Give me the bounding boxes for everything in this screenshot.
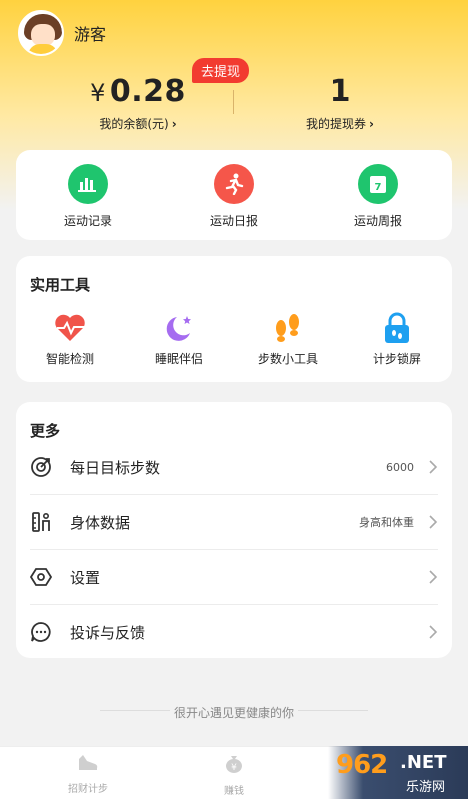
divider: [233, 90, 234, 114]
withdraw-button[interactable]: 去提现: [192, 58, 250, 83]
tool-label: 计步锁屏: [372, 352, 421, 366]
tab-earn[interactable]: ¥ 赚钱: [194, 753, 274, 797]
avatar[interactable]: [18, 10, 64, 56]
report-item-record[interactable]: 运动记录: [33, 164, 143, 229]
footer-note: 很开心遇见更健康的你: [0, 702, 468, 721]
footer-note-text: 很开心遇见更健康的你: [173, 706, 294, 720]
money-bag-icon: ¥: [226, 756, 242, 773]
tool-item-lock-screen[interactable]: 计步锁屏: [347, 312, 447, 367]
row-settings[interactable]: 设置: [30, 550, 438, 604]
tool-label: 步数小工具: [257, 352, 318, 366]
row-body-data[interactable]: 身体数据 身高和体重: [30, 495, 438, 549]
watermark-number: 962: [336, 750, 388, 780]
balance-amount: ¥0.28: [90, 74, 186, 109]
chevron-right-icon: [429, 570, 438, 584]
report-item-daily[interactable]: 运动日报: [179, 164, 289, 229]
chevron-right-icon: [429, 625, 438, 639]
wallet-summary: ¥0.28 我的余额(元) › 1 我的提现券 ›: [0, 74, 468, 134]
chevron-right-icon: [429, 515, 438, 529]
row-label: 每日目标步数: [70, 458, 161, 477]
runner-icon: [214, 164, 254, 204]
chat-bubble-icon: [30, 621, 52, 643]
tool-item-smart-check[interactable]: 智能检测: [20, 312, 120, 367]
lock-icon: [380, 312, 414, 344]
balance-block[interactable]: ¥0.28 我的余额(元) ›: [88, 74, 188, 132]
row-value: 6000: [386, 460, 414, 474]
tools-card: 实用工具 智能检测 睡眠伴侣 步数小工具 计步锁屏: [16, 256, 452, 382]
row-label: 设置: [70, 568, 101, 587]
profile-header[interactable]: 游客: [18, 10, 106, 56]
calendar-7-icon: 7: [358, 164, 398, 204]
divider: [298, 710, 368, 711]
row-value: 身高和体重: [359, 516, 414, 529]
svg-text:7: 7: [375, 182, 382, 193]
watermark-suffix: .NET: [400, 752, 447, 773]
heart-pulse-icon: [53, 312, 87, 344]
chevron-right-icon: [429, 460, 438, 474]
tools-title: 实用工具: [30, 276, 91, 294]
footprints-icon: [271, 312, 305, 344]
tool-label: 睡眠伴侣: [154, 352, 203, 366]
reports-card: 运动记录 运动日报 7 运动周报: [16, 150, 452, 240]
coupon-link[interactable]: 我的提现券 ›: [290, 115, 390, 132]
hexagon-settings-icon: [30, 566, 52, 588]
moon-star-icon: [162, 312, 196, 344]
target-icon: [30, 456, 52, 478]
report-label: 运动日报: [209, 214, 258, 228]
svg-text:¥: ¥: [231, 763, 237, 773]
coupon-count: 1: [329, 74, 351, 109]
site-watermark: 962 .NET 乐游网: [328, 746, 468, 799]
shoe-icon: [79, 755, 98, 770]
tab-step-earning[interactable]: 招财计步: [48, 753, 128, 795]
watermark-sub: 乐游网: [406, 780, 446, 795]
coupon-block[interactable]: 1 我的提现券 ›: [290, 74, 390, 132]
row-feedback[interactable]: 投诉与反馈: [30, 605, 438, 659]
body-data-icon: [30, 511, 52, 533]
more-title: 更多: [30, 422, 61, 440]
tab-label: 招财计步: [68, 784, 108, 795]
chevron-right-icon: ›: [171, 117, 177, 131]
username: 游客: [74, 25, 107, 44]
report-item-weekly[interactable]: 7 运动周报: [323, 164, 433, 229]
balance-link[interactable]: 我的余额(元) ›: [88, 115, 188, 132]
tool-item-sleep[interactable]: 睡眠伴侣: [129, 312, 229, 367]
bar-chart-icon: [68, 164, 108, 204]
divider: [100, 710, 170, 711]
report-label: 运动周报: [353, 214, 402, 228]
more-card: 更多 每日目标步数 6000 身体数据 身高和体重 设置 投诉与反馈: [16, 402, 452, 658]
row-label: 身体数据: [70, 513, 131, 532]
row-daily-goal[interactable]: 每日目标步数 6000: [30, 440, 438, 494]
tab-label: 赚钱: [224, 786, 244, 797]
tool-item-steps-widget[interactable]: 步数小工具: [238, 312, 338, 367]
row-label: 投诉与反馈: [70, 623, 146, 642]
report-label: 运动记录: [63, 214, 112, 228]
chevron-right-icon: ›: [369, 117, 374, 131]
tool-label: 智能检测: [45, 352, 94, 366]
